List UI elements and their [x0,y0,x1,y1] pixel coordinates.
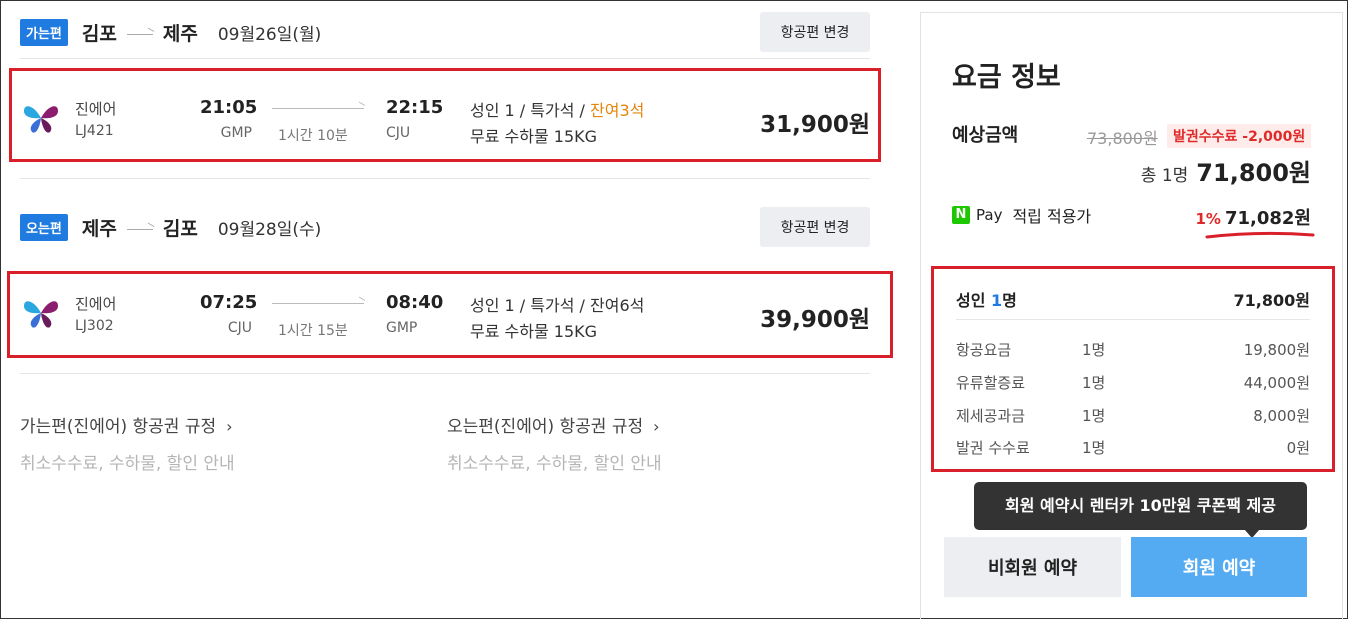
fare-row-qty: 1명 [1082,439,1106,457]
arrival-time: 08:40 [386,292,444,313]
outbound-from-city: 김포 [81,22,117,45]
inbound-flight-row[interactable]: 진에어 LJ302 07:25 CJU 1시간 15분 08:40 GMP 성인… [20,280,870,350]
naver-pay-icon: N [952,206,970,224]
fare-panel: 요금 정보 예상금액 73,800원 발권수수료 -2,000원 총 1명 71… [920,12,1343,619]
member-benefit-tooltip: 회원 예약시 렌터카 10만원 쿠폰팩 제공 [974,482,1307,538]
inbound-badge: 오는편 [20,213,68,241]
departure-time: 21:05 [200,97,258,118]
npay-row: N Pay 적립 적용가 [952,203,1091,227]
inbound-rules-link[interactable]: 오는편(진에어) 항공권 규정 › [447,412,662,437]
seats-left: 잔여6석 [590,296,645,315]
baggage-info: 무료 수하물 15KG [470,322,598,341]
total-line: 총 1명 71,800원 [1141,153,1311,188]
red-underline-annotation [1205,231,1315,239]
arrival-time: 22:15 [386,97,444,118]
adult-suffix: 명 [1002,291,1017,310]
total-prefix: 총 1명 [1140,166,1189,186]
npay-pay-label: Pay [976,206,1003,224]
divider [20,58,870,59]
fare-row: 제세공과금 1명 8,000원 [956,405,1310,425]
outbound-flight-row[interactable]: 진에어 LJ421 21:05 GMP 1시간 10분 22:15 CJU 성인… [20,85,870,155]
baggage-info: 무료 수하물 15KG [470,127,598,146]
inbound-from-city: 제주 [81,217,117,240]
original-price: 73,800원 [1087,129,1158,148]
inbound-change-flight-button[interactable]: 항공편 변경 [760,207,870,247]
departure-airport: GMP [220,125,252,141]
fare-row-qty: 1명 [1082,374,1106,392]
fare-row-label: 항공요금 [956,341,1012,359]
member-booking-button[interactable]: 회원 예약 [1131,537,1307,597]
inbound-rules-title: 오는편(진에어) 항공권 규정 [447,417,644,437]
outbound-to-city: 제주 [162,22,198,45]
fare-row-amount: 19,800원 [1243,341,1310,359]
total-amount: 71,800원 [1196,159,1311,187]
airline-name: 진에어 [75,295,117,313]
inbound-header: 오는편 제주 김포 09월28일(수) 항공편 변경 [20,207,870,247]
departure-time: 07:25 [200,292,258,313]
route-arrow-icon [126,33,153,35]
outbound-rules-link[interactable]: 가는편(진에어) 항공권 규정 › [20,412,235,437]
fare-row-label: 유류할증료 [956,374,1026,392]
outbound-rules-subtitle: 취소수수료, 수하물, 할인 안내 [20,454,235,474]
outbound-rules[interactable]: 가는편(진에어) 항공권 규정 › 취소수수료, 수하물, 할인 안내 [20,412,235,474]
fare-panel-title: 요금 정보 [952,62,1061,93]
npay-label: 적립 적용가 [1012,207,1092,226]
inbound-to-city: 김포 [162,217,198,240]
adult-count-label: 성인 1명 [956,287,1017,311]
departure-airport: CJU [227,320,252,336]
divider [20,373,870,374]
fare-row-label: 발권 수수료 [956,439,1030,457]
flight-duration: 1시간 10분 [278,128,348,144]
airline-name: 진에어 [75,100,117,118]
fare-row-amount: 8,000원 [1253,407,1310,425]
flight-number: LJ421 [75,123,114,139]
arrival-airport: GMP [386,320,418,336]
seat-info: 성인 1 / 특가석 / 잔여6석 [470,292,644,316]
fare-row: 항공요금 1명 19,800원 [956,339,1310,359]
divider [20,178,870,179]
fare-row: 발권 수수료 1명 0원 [956,437,1310,457]
fare-row-amount: 0원 [1286,439,1310,457]
arrival-airport: CJU [386,125,411,141]
flight-number: LJ302 [75,318,114,334]
flight-arrow-icon [272,108,364,109]
outbound-rules-title: 가는편(진에어) 항공권 규정 [20,417,217,437]
jinair-logo-icon [24,106,58,133]
flight-arrow-icon [272,303,364,304]
passenger-class: 성인 1 / 특가석 / [470,101,590,120]
adult-total: 71,800원 [1233,291,1310,310]
inbound-rules[interactable]: 오는편(진에어) 항공권 규정 › 취소수수료, 수하물, 할인 안내 [447,412,662,474]
fee-discount-badge: 발권수수료 -2,000원 [1167,124,1312,148]
route-arrow-icon [126,228,153,230]
flight-price: 39,900원 [760,307,870,333]
fare-breakdown: 성인 1명 71,800원 항공요금 1명 19,800원 유류할증료 1명 4… [931,266,1335,472]
fare-row-qty: 1명 [1082,407,1106,425]
flight-price: 31,900원 [760,112,870,138]
outbound-header: 가는편 김포 제주 09월26일(월) 항공편 변경 [20,12,870,52]
outbound-change-flight-button[interactable]: 항공편 변경 [760,12,870,52]
seat-info: 성인 1 / 특가석 / 잔여3석 [470,97,644,121]
adult-count: 1 [991,291,1003,310]
inbound-rules-subtitle: 취소수수료, 수하물, 할인 안내 [447,454,662,474]
guest-booking-button[interactable]: 비회원 예약 [944,537,1121,597]
flight-duration: 1시간 15분 [278,323,348,339]
fare-row-label: 제세공과금 [956,407,1026,425]
adult-prefix: 성인 [956,291,992,310]
outbound-date: 09월26일(월) [217,24,322,45]
fare-row-amount: 44,000원 [1243,374,1310,392]
chevron-right-icon: › [653,417,660,436]
fare-row-qty: 1명 [1082,341,1106,359]
outbound-badge: 가는편 [20,18,68,46]
jinair-logo-icon [24,301,58,328]
estimate-label: 예상금액 [952,125,1019,146]
inbound-date: 09월28일(수) [217,219,322,240]
passenger-class: 성인 1 / 특가석 / [470,296,590,315]
chevron-right-icon: › [226,417,233,436]
divider [956,319,1310,320]
seats-left: 잔여3석 [590,101,645,120]
fare-row: 유류할증료 1명 44,000원 [956,372,1310,392]
